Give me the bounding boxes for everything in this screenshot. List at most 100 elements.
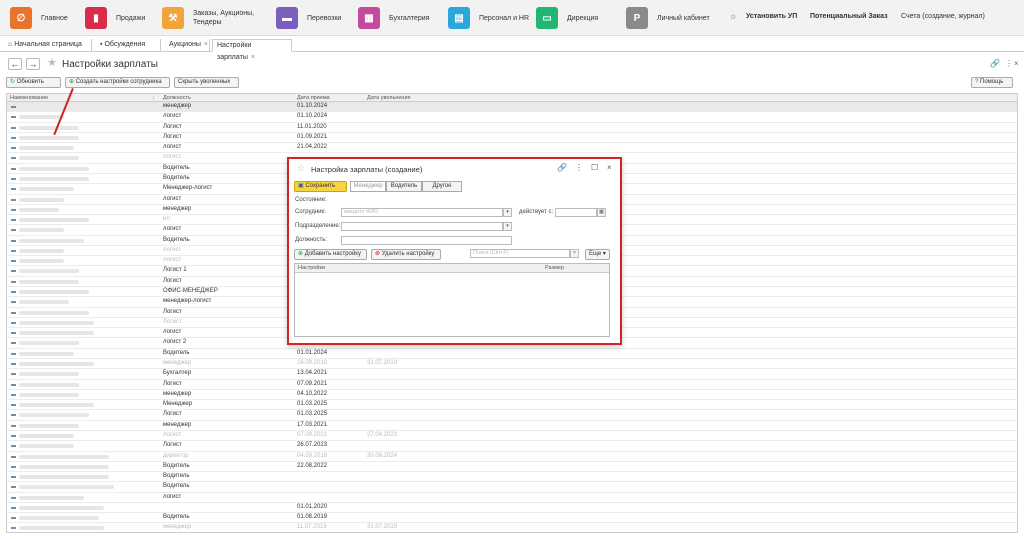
tab-1[interactable]: ▪ Обсуждения	[96, 39, 161, 52]
table-row[interactable]: менеджер 11.07.2019 31.07.2019	[7, 523, 1017, 532]
table-row[interactable]: Бухгалтер 13.04.2021	[7, 369, 1017, 380]
section-bar: ∅ Главное ▮ Продажи ⚒ Заказы, Аукционы, Тенде…	[0, 0, 1024, 36]
row-marker-icon	[11, 229, 16, 232]
cell-pos: менеджер	[163, 103, 192, 109]
link-icon[interactable]: 🔗	[557, 163, 567, 172]
table-row[interactable]: Водитель	[7, 472, 1017, 483]
table-row[interactable]: Водитель	[7, 482, 1017, 493]
row-marker-icon	[11, 363, 16, 365]
favorite-star-icon[interactable]: ☆	[297, 163, 305, 174]
section-2[interactable]: ⚒ Заказы, Аукционы, Тендеры	[162, 4, 268, 32]
cell-pos: менеджер	[163, 205, 192, 212]
maximize-icon[interactable]: ☐	[591, 163, 598, 172]
cell-pos: Менеджер	[163, 401, 193, 408]
redacted-name	[19, 290, 89, 295]
section-7[interactable]: P Личный кабинет	[626, 4, 732, 32]
employee-field[interactable]: введите ФИО	[341, 208, 503, 217]
cell-hire: 17.03.2021	[297, 421, 328, 428]
close-icon[interactable]: ×	[607, 163, 612, 172]
cell-pos: логист	[163, 257, 182, 264]
cell-pos: логист	[163, 431, 182, 438]
column-header-settings[interactable]: Настройки	[298, 265, 325, 271]
star-icon[interactable]: ☆	[730, 13, 736, 21]
redacted-name	[19, 526, 104, 531]
link-icon[interactable]: 🔗	[990, 59, 1000, 68]
chevron-down-icon[interactable]: ▾	[503, 208, 512, 217]
tab-0[interactable]: ⌂ Начальная страница	[4, 39, 92, 52]
table-row[interactable]: Логист 07.09.2021	[7, 380, 1017, 390]
tab-2[interactable]: Аукционы ×	[165, 39, 210, 52]
table-row[interactable]: директор 04.09.2018 30.09.2024	[7, 452, 1017, 462]
table-row[interactable]: логист 21.04.2022	[7, 143, 1017, 154]
table-row[interactable]: Логист 01.09.2021	[7, 133, 1017, 144]
logo-icon: ∅	[10, 7, 32, 29]
delete-setting-button[interactable]: ⊗ Удалить настройку	[371, 249, 441, 260]
table-row[interactable]: логист	[7, 493, 1017, 503]
table-row[interactable]: Водитель 01.08.2019	[7, 513, 1017, 524]
table-row[interactable]: менеджер 26.09.2018 31.07.2019	[7, 359, 1017, 370]
cell-pos: логист 2	[163, 339, 187, 346]
install-link[interactable]: Установить УП	[746, 13, 797, 20]
department-field[interactable]	[341, 222, 503, 231]
more-options-icon[interactable]: ⋮	[575, 163, 583, 172]
back-button[interactable]: ←	[8, 58, 22, 70]
table-row[interactable]: 01.01.2020	[7, 503, 1017, 514]
table-row[interactable]: менеджер 04.10.2022	[7, 390, 1017, 401]
help-button[interactable]: ? Помощь	[971, 77, 1013, 88]
add-setting-button[interactable]: ⊕ Добавить настройку	[294, 249, 367, 260]
table-row[interactable]: логист 01.10.2024	[7, 112, 1017, 123]
row-marker-icon	[11, 527, 16, 530]
table-row[interactable]: Менеджер 01.03.2025	[7, 400, 1017, 411]
position-field[interactable]	[341, 236, 512, 245]
table-header: Настройки Размер	[295, 264, 609, 273]
clear-search-icon[interactable]: ×	[570, 249, 579, 258]
table-row[interactable]: менеджер 01.10.2024	[7, 102, 1017, 113]
tab-label: Обсуждения	[104, 41, 146, 48]
sort-icon[interactable]: ↓	[152, 95, 155, 101]
table-row[interactable]: менеджер 17.03.2021	[7, 421, 1017, 431]
row-marker-icon	[11, 147, 16, 150]
favorite-star-icon[interactable]: ★	[47, 56, 57, 69]
close-icon[interactable]: ×	[1014, 59, 1019, 68]
cell-pos: директор	[163, 452, 189, 459]
save-button[interactable]: ▣ Сохранить	[294, 181, 347, 192]
row-marker-icon	[11, 486, 16, 489]
table-row[interactable]: Логист 26.07.2023	[7, 441, 1017, 452]
accounts-link[interactable]: Счета (создание, журнал)	[901, 13, 985, 20]
column-header-dismissal-date[interactable]: Дата увольнения	[367, 95, 411, 101]
table-row[interactable]: Водитель 22.08.2022	[7, 462, 1017, 473]
column-header-hire-date[interactable]: Дата приема	[297, 95, 330, 101]
column-header-name[interactable]: Наименование	[10, 95, 48, 101]
column-header-size[interactable]: Размер	[545, 265, 564, 271]
more-options-icon[interactable]: ⋮	[1005, 59, 1013, 68]
table-row[interactable]: Логист 01.03.2025	[7, 410, 1017, 421]
table-row[interactable]: Логист 11.01.2020	[7, 123, 1017, 133]
calendar-icon[interactable]: ▦	[597, 208, 606, 217]
row-marker-icon	[11, 342, 16, 345]
refresh-button[interactable]: ↻ Обновить	[6, 77, 61, 88]
valid-from-date-field[interactable]: . .	[555, 208, 597, 217]
add-icon: ⊕	[69, 79, 75, 85]
redacted-name	[19, 351, 74, 356]
tab-3[interactable]: Настройки зарплаты ×	[212, 39, 292, 61]
cell-hire: 01.03.2025	[297, 411, 328, 418]
more-button[interactable]: Еще ▾	[585, 249, 610, 260]
create-employee-settings-button[interactable]: ⊕ Создать настройки сотрудника	[65, 77, 170, 88]
potential-order-link[interactable]: Потенциальный Заказ	[810, 13, 888, 20]
column-header-position[interactable]: Должность	[163, 95, 191, 101]
redacted-name	[19, 444, 74, 449]
table-row[interactable]: логист 07.09.2021 27.04.2023	[7, 431, 1017, 442]
row-marker-icon	[11, 126, 16, 129]
tab-manager[interactable]: Менеджер	[350, 181, 386, 192]
forward-button[interactable]: →	[26, 58, 40, 70]
tab-driver[interactable]: Водитель	[386, 181, 422, 192]
search-input[interactable]: Поиск (Ctrl+F)	[470, 249, 570, 258]
cell-pos: Водитель	[163, 236, 190, 243]
tab-other[interactable]: Другое	[422, 181, 462, 192]
redacted-name	[19, 454, 109, 459]
close-tab-icon[interactable]: ×	[204, 41, 208, 48]
redacted-name	[19, 362, 94, 366]
table-row[interactable]: Водитель 01.01.2024	[7, 349, 1017, 359]
hide-dismissed-button[interactable]: Скрыть уволенных	[174, 77, 239, 88]
chevron-down-icon[interactable]: ▾	[503, 222, 512, 231]
